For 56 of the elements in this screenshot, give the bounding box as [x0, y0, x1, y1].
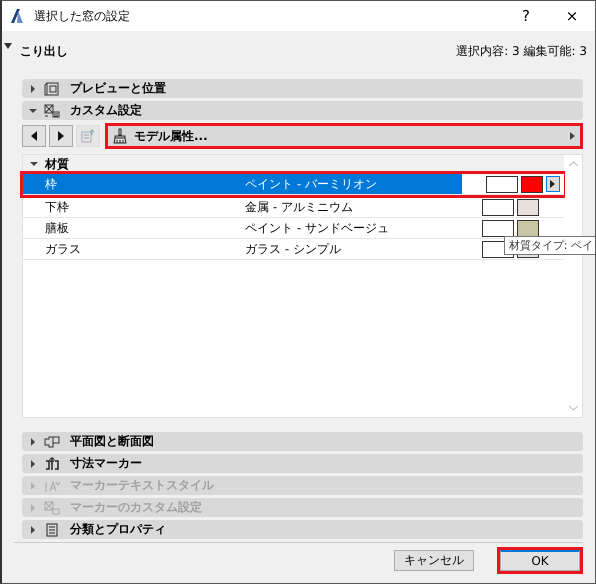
table-cell-text: ガラス - シンプル	[245, 240, 342, 258]
color-swatch[interactable]	[521, 176, 543, 192]
color-swatch[interactable]	[482, 198, 514, 216]
table-cell-text: 金属 - アルミニウム	[245, 198, 354, 216]
section-icon	[44, 500, 60, 514]
group-label: 材質	[45, 156, 69, 172]
scroll-down-icon	[569, 405, 578, 411]
caret-icon	[28, 436, 38, 446]
table-row[interactable]: 下枠 金属 - アルミニウム	[23, 197, 564, 218]
color-swatch[interactable]	[517, 220, 539, 236]
table-cell-text: 枠	[44, 176, 58, 192]
left-arrow-icon	[30, 131, 38, 141]
section-header[interactable]: プレビューと位置	[22, 79, 583, 98]
table-cell-text: ガラス	[44, 240, 82, 258]
section-header[interactable]: カスタム設定	[22, 101, 583, 120]
color-swatch[interactable]	[486, 176, 518, 192]
menu-button[interactable]	[546, 176, 560, 192]
attribute-dropdown[interactable]: モデル属性...	[108, 126, 580, 146]
caret-icon	[570, 132, 576, 140]
table-cell-text: 膳板	[44, 220, 70, 236]
selection-count: 選択内容: 3 編集可能: 3	[456, 42, 587, 60]
section-icon	[44, 522, 60, 536]
color-swatch[interactable]	[482, 220, 514, 236]
section-icon	[44, 104, 60, 118]
color-swatch[interactable]	[517, 198, 539, 216]
section-header[interactable]: 寸法マーカー	[22, 454, 583, 473]
table-cell-text: ペイント - サンドベージュ	[245, 220, 390, 236]
caret-icon	[4, 43, 12, 49]
caret-icon	[550, 180, 556, 188]
help-button[interactable]: ?	[503, 1, 549, 31]
caret-icon	[28, 84, 38, 94]
table-cell-text: ペイント - バーミリオン	[245, 176, 378, 192]
brush-icon	[112, 128, 128, 144]
section-header[interactable]: 分類とプロパティ	[22, 520, 583, 539]
section-label: こり出し	[20, 42, 68, 60]
section-icon	[44, 82, 60, 96]
caret-icon	[28, 480, 38, 490]
section-icon	[44, 478, 60, 492]
cancel-button[interactable]: キャンセル	[394, 550, 474, 571]
window-title: 選択した窓の設定	[34, 8, 130, 24]
table-cell-text: 下枠	[44, 198, 70, 216]
section-icon	[44, 434, 60, 448]
app-icon	[10, 8, 24, 24]
caret-icon	[28, 458, 38, 468]
table-row[interactable]: 枠 ペイント - バーミリオン	[23, 174, 564, 195]
ok-button[interactable]: OK	[500, 550, 580, 571]
previous-button[interactable]	[22, 125, 46, 147]
caret-icon	[28, 524, 38, 534]
tooltip: 材質タイプ: ペイ	[504, 236, 595, 255]
scroll-up-icon	[569, 161, 578, 167]
close-button[interactable]: ×	[549, 1, 595, 31]
right-arrow-icon	[57, 131, 65, 141]
section-icon	[44, 456, 60, 470]
section-header[interactable]: 平面図と断面図	[22, 432, 583, 451]
next-button[interactable]	[49, 125, 73, 147]
caret-icon	[28, 502, 38, 512]
